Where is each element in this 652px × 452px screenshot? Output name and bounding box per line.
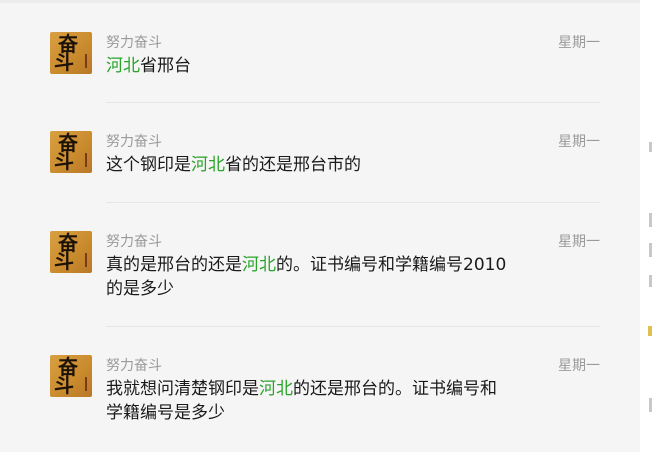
avatar[interactable]: 奋 斗: [50, 355, 92, 397]
sender-name[interactable]: 努力奋斗: [106, 231, 162, 251]
chat-history-window: 奋 斗 努力奋斗 星期一 河北省邢台 奋 斗 努力奋斗 星期一 这个钢印是河北省…: [0, 0, 652, 452]
message-segment: 这个钢印是: [106, 155, 191, 175]
keyword-highlight: 河北: [259, 379, 293, 399]
message-text: 这个钢印是河北省的还是邢台市的: [106, 153, 526, 177]
keyword-highlight: 河北: [106, 56, 140, 76]
message-segment: 省邢台: [140, 56, 191, 76]
sender-name[interactable]: 努力奋斗: [106, 131, 162, 151]
avatar-glyph: 斗: [54, 50, 74, 74]
message-text: 真的是邢台的还是河北的。证书编号和学籍编号2010的是多少: [106, 253, 508, 301]
message-text: 我就想问清楚钢印是河北的还是邢台的。证书编号和学籍编号是多少: [106, 377, 508, 425]
scrollbar[interactable]: [640, 0, 652, 452]
avatar-glyph: 斗: [54, 373, 74, 397]
sender-name[interactable]: 努力奋斗: [106, 355, 162, 375]
scrollbar-thumb[interactable]: [648, 326, 652, 336]
message-list[interactable]: 奋 斗 努力奋斗 星期一 河北省邢台 奋 斗 努力奋斗 星期一 这个钢印是河北省…: [0, 0, 640, 452]
keyword-highlight: 河北: [191, 155, 225, 175]
message-text: 河北省邢台: [106, 54, 526, 78]
avatar-seal: [85, 153, 87, 167]
avatar-glyph: 斗: [54, 149, 74, 173]
divider: [106, 102, 600, 103]
avatar-seal: [85, 253, 87, 267]
avatar-glyph: 斗: [54, 249, 74, 273]
avatar[interactable]: 奋 斗: [50, 32, 92, 74]
divider: [106, 326, 600, 327]
divider: [106, 202, 600, 203]
message-date: 星期一: [558, 358, 600, 374]
message-date: 星期一: [558, 35, 600, 51]
message-date: 星期一: [558, 234, 600, 250]
message-date: 星期一: [558, 134, 600, 150]
avatar[interactable]: 奋 斗: [50, 231, 92, 273]
avatar-seal: [85, 377, 87, 391]
message-segment: 我就想问清楚钢印是: [106, 379, 259, 399]
avatar-seal: [85, 54, 87, 68]
sender-name[interactable]: 努力奋斗: [106, 32, 162, 52]
message-segment: 省的还是邢台市的: [225, 155, 361, 175]
avatar[interactable]: 奋 斗: [50, 131, 92, 173]
message-segment: 真的是邢台的还是: [106, 255, 242, 275]
keyword-highlight: 河北: [242, 255, 276, 275]
